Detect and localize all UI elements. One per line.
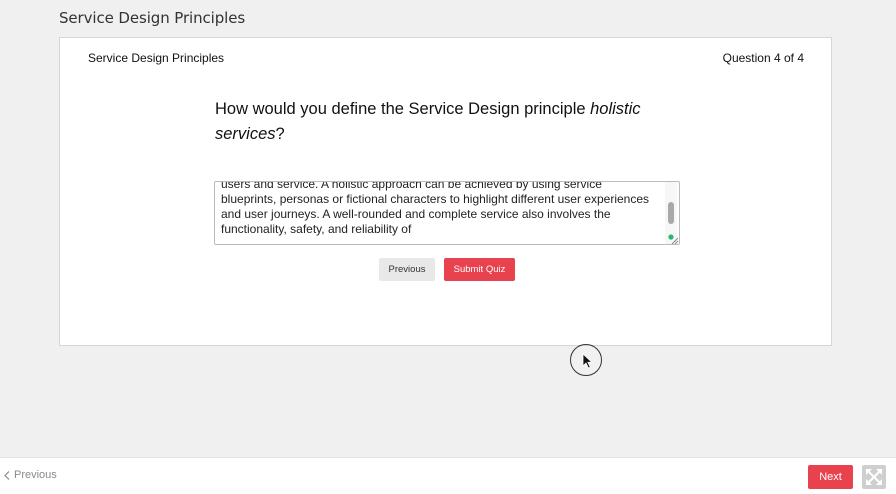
mouse-pointer-icon bbox=[570, 344, 602, 376]
footer-previous-button[interactable]: Previous bbox=[4, 469, 57, 481]
answer-textarea[interactable]: users and service. A holistic approach c… bbox=[214, 181, 680, 245]
submit-quiz-button[interactable]: Submit Quiz bbox=[444, 258, 515, 281]
resize-grip-icon[interactable] bbox=[667, 232, 679, 244]
footer-next-button[interactable]: Next bbox=[808, 465, 853, 489]
answer-text[interactable]: users and service. A holistic approach c… bbox=[221, 182, 659, 237]
scrollbar-thumb[interactable] bbox=[668, 202, 674, 224]
chevron-left-icon bbox=[4, 470, 10, 480]
question-prefix: How would you define the Service Design … bbox=[215, 100, 591, 118]
question-suffix: ? bbox=[275, 125, 285, 143]
quiz-name: Service Design Principles bbox=[88, 51, 225, 65]
footer-previous-label: Previous bbox=[14, 469, 57, 481]
footer-bar: Previous Next bbox=[0, 457, 896, 494]
fullscreen-button[interactable] bbox=[862, 465, 886, 489]
quiz-card: Service Design Principles Question 4 of … bbox=[59, 37, 832, 346]
quiz-previous-button[interactable]: Previous bbox=[379, 258, 435, 281]
quiz-progress: Question 4 of 4 bbox=[722, 51, 804, 65]
expand-icon bbox=[866, 469, 882, 485]
question-text: How would you define the Service Design … bbox=[215, 97, 655, 147]
page-title: Service Design Principles bbox=[59, 9, 246, 27]
